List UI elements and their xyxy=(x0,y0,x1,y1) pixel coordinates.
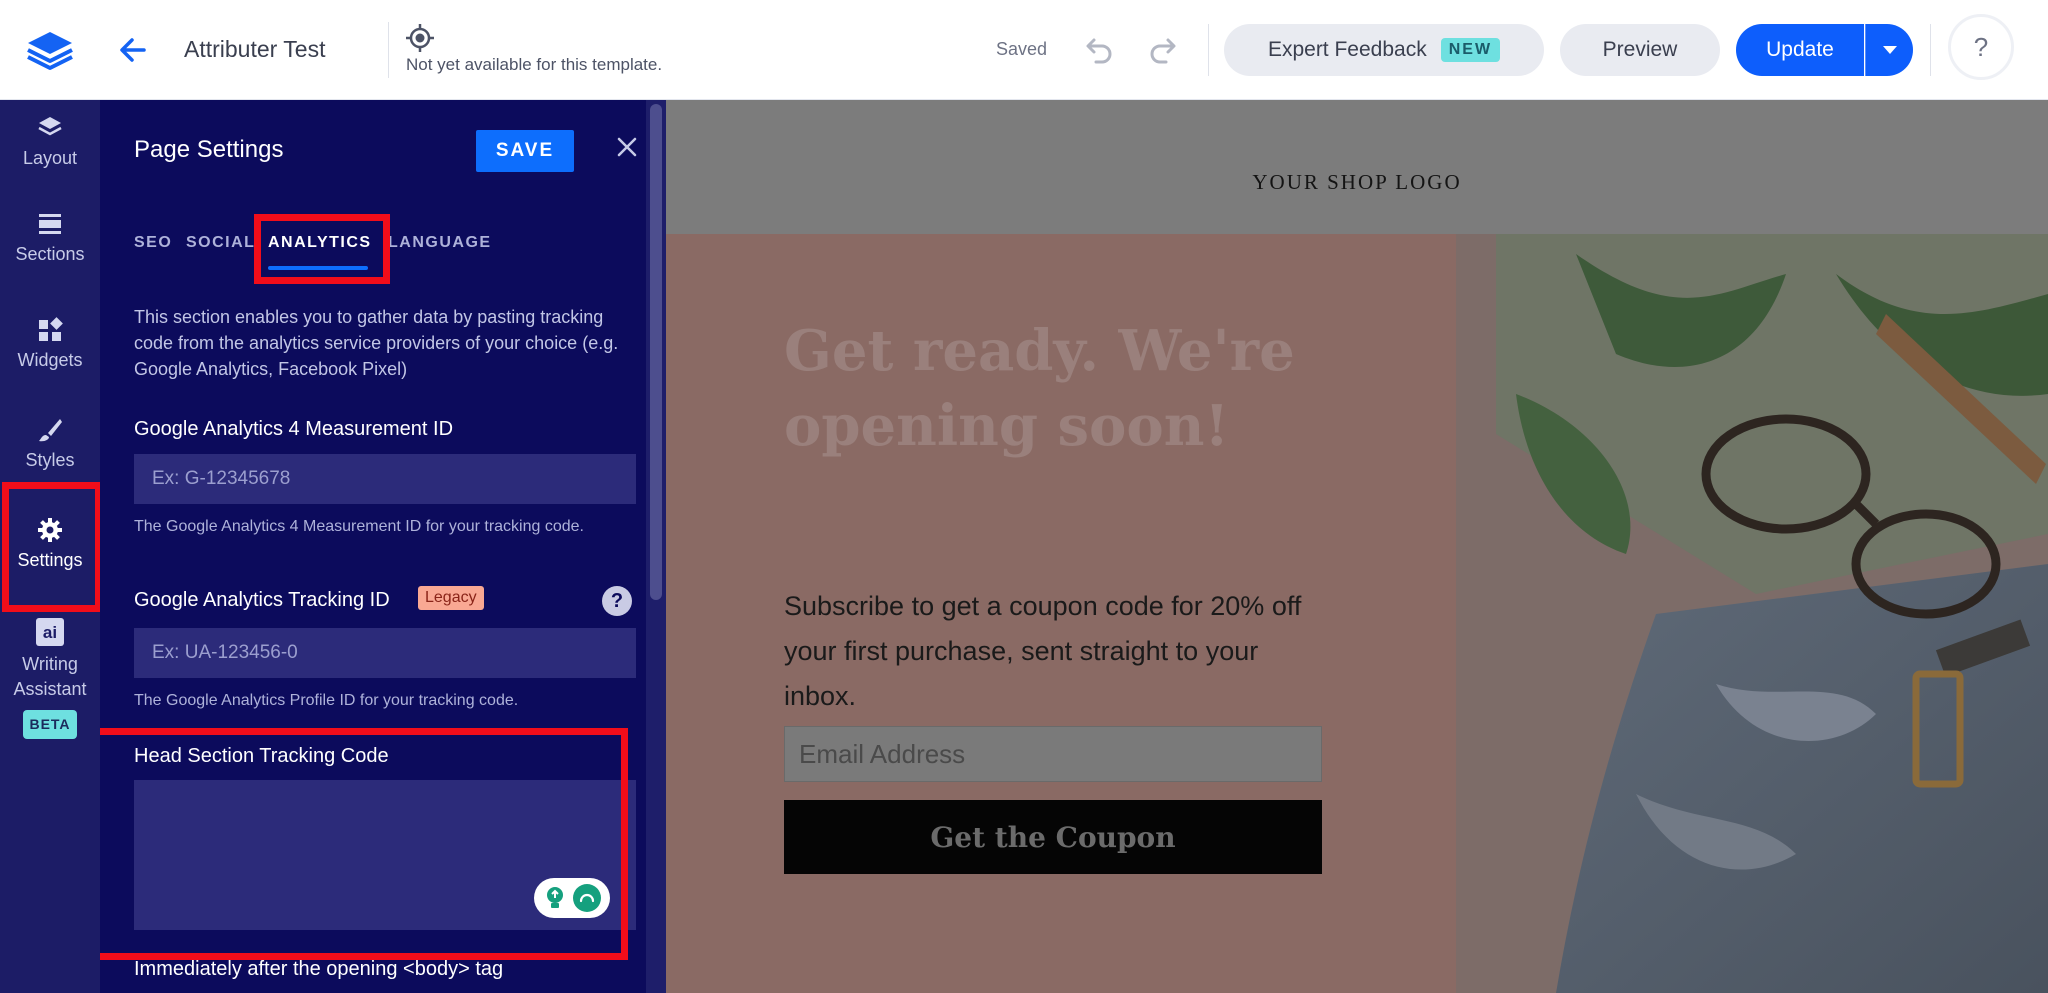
rail-item-label: Widgets xyxy=(17,350,83,370)
rail-item-label: Sections xyxy=(15,244,85,264)
layers-icon xyxy=(38,117,62,136)
rail-item-label: Assistant xyxy=(13,679,87,699)
hero-product-photo xyxy=(1456,234,2048,993)
close-icon[interactable] xyxy=(616,136,638,158)
highlight-box-analytics-tab xyxy=(254,214,390,284)
tab-social[interactable]: SOCIAL xyxy=(186,234,255,252)
ai-icon: ai xyxy=(36,618,64,646)
divider xyxy=(388,22,389,78)
hero-section: Get ready. We're opening soon! Subscribe… xyxy=(666,234,2048,993)
saved-status: Saved xyxy=(996,39,1048,59)
ga4-label: Google Analytics 4 Measurement ID xyxy=(134,418,454,440)
panel-title: Page Settings xyxy=(134,136,284,163)
scrollbar-thumb[interactable] xyxy=(650,104,662,600)
expert-feedback-button[interactable]: Expert Feedback NEW xyxy=(1224,24,1544,76)
get-coupon-button[interactable]: Get the Coupon xyxy=(784,800,1322,874)
sections-icon xyxy=(39,214,61,234)
app-logo-icon[interactable] xyxy=(22,26,78,74)
rail-item-label: Layout xyxy=(22,148,78,168)
tab-language[interactable]: LANGUAGE xyxy=(388,234,492,252)
redo-icon[interactable] xyxy=(1146,34,1182,66)
rail-item-label: Styles xyxy=(25,450,75,470)
update-button[interactable]: Update xyxy=(1736,24,1864,76)
tab-seo[interactable]: SEO xyxy=(134,234,172,252)
highlight-box-head-code xyxy=(100,728,628,960)
ga-tracking-id-label: Google Analytics Tracking ID xyxy=(134,589,390,611)
rail-item-writing-assistant[interactable]: ai Writing Assistant BETA xyxy=(0,618,100,739)
divider xyxy=(1208,24,1209,76)
hero-headline: Get ready. We're opening soon! xyxy=(784,318,1295,459)
widgets-icon xyxy=(39,317,63,341)
rail-item-styles[interactable]: Styles xyxy=(0,416,100,471)
help-icon[interactable]: ? xyxy=(602,586,632,616)
rail-item-sections[interactable]: Sections xyxy=(0,210,100,265)
new-badge: NEW xyxy=(1440,38,1501,62)
beta-badge: BETA xyxy=(23,710,77,739)
back-arrow-icon[interactable] xyxy=(114,30,152,70)
ga-tracking-id-help-text: The Google Analytics Profile ID for your… xyxy=(134,692,519,709)
section-description: This section enables you to gather data … xyxy=(134,307,619,379)
panel-scrollbar[interactable] xyxy=(646,100,666,993)
rail-item-layout[interactable]: Layout xyxy=(0,114,100,169)
highlight-box-settings xyxy=(2,482,102,612)
target-icon xyxy=(406,24,434,52)
hero-subtext: Subscribe to get a coupon code for 20% o… xyxy=(784,591,1302,711)
ga-tracking-id-input[interactable] xyxy=(134,628,636,678)
rail-item-widgets[interactable]: Widgets xyxy=(0,316,100,371)
page-canvas-preview: YOUR SHOP LOGO Get ready. We're opening … xyxy=(666,100,2048,993)
save-button[interactable]: SAVE xyxy=(476,130,574,172)
preview-note: Not yet available for this template. xyxy=(406,55,663,74)
page-settings-panel: Page Settings SAVE SEO SOCIAL ANALYTICS … xyxy=(100,100,666,993)
update-options-button[interactable] xyxy=(1865,24,1913,76)
shop-logo-text: YOUR SHOP LOGO xyxy=(1252,170,1462,194)
ga4-help-text: The Google Analytics 4 Measurement ID fo… xyxy=(134,518,584,535)
brush-icon xyxy=(39,419,62,442)
divider xyxy=(1930,24,1931,76)
chevron-down-icon xyxy=(1882,46,1897,54)
undo-icon[interactable] xyxy=(1080,34,1116,66)
expert-feedback-label: Expert Feedback xyxy=(1267,38,1427,61)
preview-button[interactable]: Preview xyxy=(1560,24,1720,76)
preview-header: YOUR SHOP LOGO xyxy=(666,100,2048,234)
rail-item-label: Writing xyxy=(22,654,78,674)
page-title: Attributer Test xyxy=(184,36,326,62)
body-code-label: Immediately after the opening <body> tag xyxy=(134,958,504,980)
legacy-badge: Legacy xyxy=(418,586,484,610)
help-button[interactable]: ? xyxy=(1948,14,2014,80)
email-field[interactable]: Email Address xyxy=(784,726,1322,782)
ga4-measurement-id-input[interactable] xyxy=(134,454,636,504)
top-toolbar: Attributer Test Not yet available for th… xyxy=(0,0,2048,100)
